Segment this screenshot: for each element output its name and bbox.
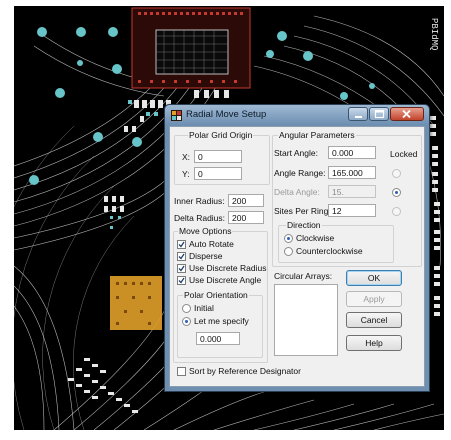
start-angle-field[interactable]: 0.000 bbox=[328, 146, 376, 159]
delta-radius-field[interactable]: 200 bbox=[228, 211, 264, 224]
sort-by-reference-designator-checkbox[interactable] bbox=[177, 367, 186, 376]
sort-by-reference-designator-label: Sort by Reference Designator bbox=[189, 366, 301, 376]
angle-range-field[interactable]: 165.000 bbox=[328, 166, 376, 179]
use-discrete-radius-checkbox[interactable] bbox=[177, 264, 186, 273]
let-me-specify-label: Let me specify bbox=[194, 316, 249, 326]
delta-angle-field[interactable]: 15. bbox=[328, 185, 376, 198]
inner-radius-label: Inner Radius: bbox=[174, 196, 225, 206]
clockwise-label: Clockwise bbox=[296, 233, 335, 243]
auto-rotate-checkbox[interactable] bbox=[177, 240, 186, 249]
close-button[interactable] bbox=[390, 107, 424, 121]
checkmark-icon bbox=[178, 265, 185, 272]
x-label: X: bbox=[182, 152, 191, 162]
angular-parameters-label: Angular Parameters bbox=[278, 130, 356, 140]
direction-group bbox=[278, 225, 394, 263]
checkmark-icon bbox=[178, 277, 185, 284]
lock-delta-angle-radio[interactable] bbox=[392, 188, 401, 197]
dialog-client-area: Polar Grid Origin X: 0 Y: 0 Inner Radius… bbox=[169, 126, 425, 387]
help-button[interactable]: Help bbox=[346, 335, 402, 351]
y-origin-field[interactable]: 0 bbox=[194, 167, 242, 180]
direction-label: Direction bbox=[286, 220, 322, 230]
polar-orientation-group bbox=[177, 295, 263, 358]
polar-grid-origin-label: Polar Grid Origin bbox=[188, 130, 254, 140]
minimize-icon bbox=[355, 116, 362, 118]
let-me-specify-radio[interactable] bbox=[182, 317, 191, 326]
clockwise-radio[interactable] bbox=[284, 234, 293, 243]
ok-button[interactable]: OK bbox=[346, 270, 402, 286]
lock-angle-range-radio[interactable] bbox=[392, 169, 401, 178]
checkmark-icon bbox=[178, 253, 185, 260]
circular-arrays-list[interactable] bbox=[274, 284, 338, 356]
disperse-label: Disperse bbox=[189, 251, 223, 261]
delta-angle-label: Delta Angle: bbox=[274, 187, 320, 197]
move-options-label: Move Options bbox=[178, 226, 233, 236]
lock-sites-per-ring-radio[interactable] bbox=[392, 207, 401, 216]
app-icon bbox=[171, 110, 182, 121]
cancel-button[interactable]: Cancel bbox=[346, 312, 402, 328]
screenshot-frame: PBIdMQ Radial Move Setup Polar Grid Orig… bbox=[0, 0, 451, 440]
radial-move-setup-dialog: Radial Move Setup Polar Grid Origin X: 0… bbox=[164, 104, 430, 392]
circular-arrays-label: Circular Arrays: bbox=[274, 271, 333, 281]
disperse-checkbox[interactable] bbox=[177, 252, 186, 261]
apply-button[interactable]: Apply bbox=[346, 291, 402, 307]
sites-per-ring-field[interactable]: 12 bbox=[328, 204, 376, 217]
y-label: Y: bbox=[182, 169, 190, 179]
inner-radius-field[interactable]: 200 bbox=[228, 194, 264, 207]
delta-radius-label: Delta Radius: bbox=[174, 213, 226, 223]
maximize-button[interactable] bbox=[369, 107, 389, 121]
checkmark-icon bbox=[178, 241, 185, 248]
start-angle-label: Start Angle: bbox=[274, 148, 318, 158]
use-discrete-radius-label: Use Discrete Radius bbox=[189, 263, 267, 273]
locked-label: Locked bbox=[390, 149, 418, 159]
counterclockwise-radio[interactable] bbox=[284, 247, 293, 256]
dialog-title: Radial Move Setup bbox=[186, 109, 267, 120]
counterclockwise-label: Counterclockwise bbox=[296, 246, 363, 256]
board-silkscreen-text: PBIdMQ bbox=[429, 18, 439, 50]
x-origin-field[interactable]: 0 bbox=[194, 150, 242, 163]
sites-per-ring-label: Sites Per Ring: bbox=[274, 206, 331, 216]
initial-radio-label: Initial bbox=[194, 303, 214, 313]
initial-radio[interactable] bbox=[182, 304, 191, 313]
close-icon bbox=[402, 109, 411, 119]
auto-rotate-label: Auto Rotate bbox=[189, 239, 234, 249]
angle-range-label: Angle Range: bbox=[274, 168, 326, 178]
polar-orientation-label: Polar Orientation bbox=[183, 290, 249, 300]
dialog-title-bar[interactable]: Radial Move Setup bbox=[165, 105, 429, 125]
use-discrete-angle-checkbox[interactable] bbox=[177, 276, 186, 285]
orientation-angle-field[interactable]: 0.000 bbox=[196, 332, 240, 345]
minimize-button[interactable] bbox=[348, 107, 368, 121]
maximize-icon bbox=[374, 109, 385, 119]
use-discrete-angle-label: Use Discrete Angle bbox=[189, 275, 262, 285]
